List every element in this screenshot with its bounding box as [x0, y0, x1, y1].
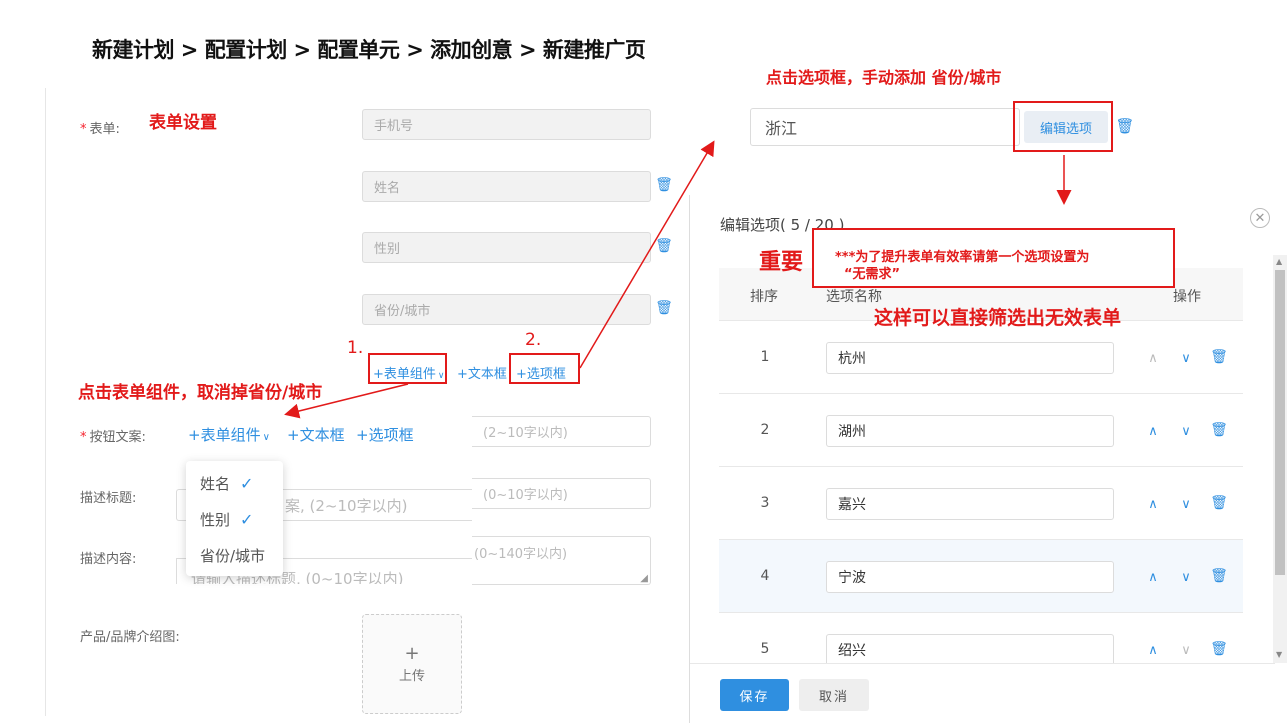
annotation-arrows — [284, 140, 1072, 419]
arrow-to-option-field — [579, 140, 715, 369]
arrow-to-form-component — [284, 383, 409, 419]
